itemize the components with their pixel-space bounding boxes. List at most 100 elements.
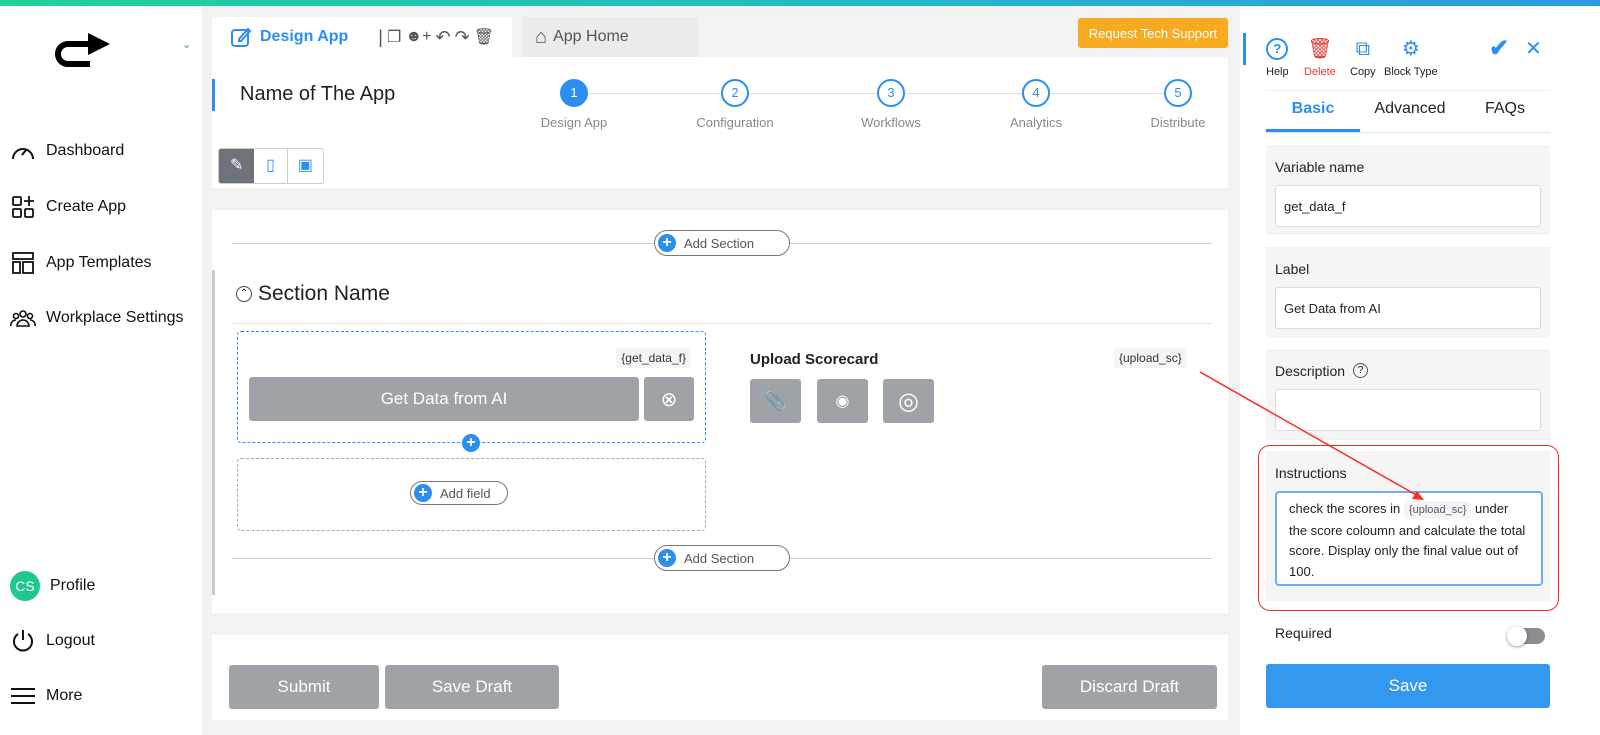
step-number: 5 bbox=[1164, 79, 1192, 107]
nav-label: Logout bbox=[46, 632, 95, 649]
panel-tabs: Basic Advanced FAQs bbox=[1266, 100, 1550, 133]
toggle-knob bbox=[1507, 626, 1527, 646]
save-button[interactable]: Save bbox=[1266, 664, 1550, 708]
camera-button[interactable]: ◉ bbox=[817, 379, 868, 423]
app-name[interactable]: Name of The App bbox=[240, 83, 395, 106]
description-input[interactable] bbox=[1275, 389, 1541, 431]
discard-draft-button[interactable]: Discard Draft bbox=[1042, 665, 1217, 709]
delete-button[interactable]: 🗑 Delete bbox=[1304, 38, 1336, 78]
tab-basic[interactable]: Basic bbox=[1266, 100, 1360, 132]
tab-design-app[interactable]: Design App | ❐ ☻+ ↶ ↷ 🗑 bbox=[212, 17, 512, 57]
view-toggle: ✎ ▯ ▣ bbox=[218, 148, 324, 184]
redo-icon[interactable]: ↷ bbox=[455, 27, 470, 48]
add-user-icon[interactable]: ☻+ bbox=[405, 28, 431, 46]
block-type-button[interactable]: ⚙ Block Type bbox=[1384, 38, 1438, 78]
nav-label: More bbox=[46, 687, 83, 704]
sidebar-item-profile[interactable]: CS Profile bbox=[10, 571, 95, 601]
variable-chip: {get_data_f} bbox=[616, 348, 691, 368]
attach-file-button[interactable]: 📎 bbox=[750, 379, 801, 423]
add-section-button[interactable]: + Add Section bbox=[654, 545, 790, 571]
section-name: Section Name bbox=[258, 282, 390, 305]
form-canvas: + Add Section ⌃ Section Name {get_data_f} … bbox=[212, 210, 1228, 613]
sidebar-item-dashboard[interactable]: Dashboard bbox=[10, 138, 124, 164]
sidebar-item-app-templates[interactable]: App Templates bbox=[10, 250, 152, 276]
sidebar-item-create-app[interactable]: Create App bbox=[10, 194, 126, 220]
nav-label: Profile bbox=[50, 577, 96, 594]
gauge-icon bbox=[12, 148, 34, 160]
label-input[interactable]: Get Data from AI bbox=[1275, 287, 1541, 329]
collapse-icon[interactable]: ⌃ bbox=[236, 286, 252, 302]
description-card: Description? bbox=[1266, 349, 1550, 440]
required-toggle[interactable] bbox=[1507, 626, 1545, 646]
copy-icon: ⧉ bbox=[1355, 38, 1370, 60]
undo-icon[interactable]: ↶ bbox=[436, 27, 451, 48]
insert-field-plus-icon[interactable]: + bbox=[462, 434, 480, 452]
sidebar-item-more[interactable]: More bbox=[10, 683, 82, 709]
sidebar-item-logout[interactable]: Logout bbox=[10, 628, 95, 654]
step-analytics[interactable]: 4 Analytics bbox=[976, 79, 1096, 130]
copy-icon[interactable]: ❐ bbox=[387, 27, 401, 47]
add-section-button[interactable]: + Add Section bbox=[654, 230, 790, 256]
step-configuration[interactable]: 2 Configuration bbox=[675, 79, 795, 130]
chevron-down-icon[interactable]: ⌄ bbox=[182, 38, 191, 51]
button-label: Add Section bbox=[684, 235, 755, 251]
grid-plus-icon bbox=[12, 196, 34, 218]
tab-label: Design App bbox=[260, 28, 349, 45]
section-marker bbox=[212, 270, 215, 595]
save-draft-button[interactable]: Save Draft bbox=[385, 665, 559, 709]
step-number: 4 bbox=[1022, 79, 1050, 107]
help-button[interactable]: ? Help bbox=[1266, 38, 1289, 78]
tab-faqs[interactable]: FAQs bbox=[1460, 100, 1550, 132]
nav-label: App Templates bbox=[46, 254, 152, 271]
copy-button[interactable]: ⧉ Copy bbox=[1350, 38, 1376, 78]
trash-icon[interactable]: 🗑 bbox=[474, 27, 494, 47]
accent-marker bbox=[1243, 33, 1246, 65]
tab-app-home[interactable]: ⌂ App Home bbox=[523, 17, 698, 57]
tab-advanced[interactable]: Advanced bbox=[1360, 100, 1460, 132]
step-label: Design App bbox=[540, 115, 608, 130]
get-data-from-ai-button[interactable]: Get Data from AI bbox=[249, 377, 639, 421]
step-workflows[interactable]: 3 Workflows bbox=[831, 79, 951, 130]
close-icon[interactable]: ✕ bbox=[1525, 36, 1542, 61]
paperclip-icon: 📎 bbox=[764, 390, 787, 411]
divider bbox=[232, 323, 1212, 324]
step-label: Configuration bbox=[696, 115, 774, 130]
plus-icon: + bbox=[658, 234, 676, 252]
desktop-view-button[interactable]: ▣ bbox=[288, 149, 323, 183]
button-label: Add Section bbox=[684, 550, 755, 566]
menu-icon bbox=[11, 688, 35, 704]
add-field-button[interactable]: + Add field bbox=[410, 481, 508, 505]
accent-marker bbox=[212, 79, 215, 111]
record-button[interactable]: ◎ bbox=[883, 379, 934, 423]
variable-name-input[interactable]: get_data_f bbox=[1275, 185, 1541, 227]
variable-name-card: Variable name get_data_f bbox=[1266, 145, 1550, 235]
copy-label: Copy bbox=[1350, 66, 1376, 78]
field-block-selected[interactable]: {get_data_f} Get Data from AI ⊗ + bbox=[237, 331, 706, 452]
delete-label: Delete bbox=[1304, 66, 1336, 78]
empty-field-slot: + Add field bbox=[237, 458, 706, 531]
remove-field-button[interactable]: ⊗ bbox=[644, 377, 694, 421]
request-tech-support-button[interactable]: Request Tech Support bbox=[1078, 18, 1228, 48]
edit-view-button[interactable]: ✎ bbox=[219, 149, 255, 183]
close-circle-icon: ⊗ bbox=[660, 388, 678, 411]
field-label: Variable name bbox=[1275, 159, 1365, 175]
users-icon bbox=[10, 310, 36, 327]
help-icon: ? bbox=[1266, 38, 1289, 60]
camera-icon: ◉ bbox=[835, 393, 850, 410]
gear-icon: ⚙ bbox=[1401, 38, 1420, 60]
button-label: Add field bbox=[440, 485, 491, 501]
step-number: 3 bbox=[877, 79, 905, 107]
section-header[interactable]: ⌃ Section Name bbox=[236, 282, 390, 306]
mobile-view-button[interactable]: ▯ bbox=[254, 149, 288, 183]
step-design-app[interactable]: 1 Design App bbox=[514, 79, 634, 130]
step-label: Analytics bbox=[1009, 115, 1063, 130]
help-icon[interactable]: ? bbox=[1353, 363, 1369, 378]
nav-label: Create App bbox=[46, 198, 127, 215]
submit-button[interactable]: Submit bbox=[229, 665, 379, 709]
upload-field-label: Upload Scorecard bbox=[750, 351, 879, 368]
step-label: Distribute bbox=[1150, 115, 1206, 130]
step-distribute[interactable]: 5 Distribute bbox=[1118, 79, 1238, 130]
sidebar-item-workplace-settings[interactable]: Workplace Settings bbox=[10, 305, 184, 331]
nav-label: Workplace Settings bbox=[46, 309, 184, 326]
confirm-check-icon[interactable]: ✔ bbox=[1489, 34, 1509, 63]
